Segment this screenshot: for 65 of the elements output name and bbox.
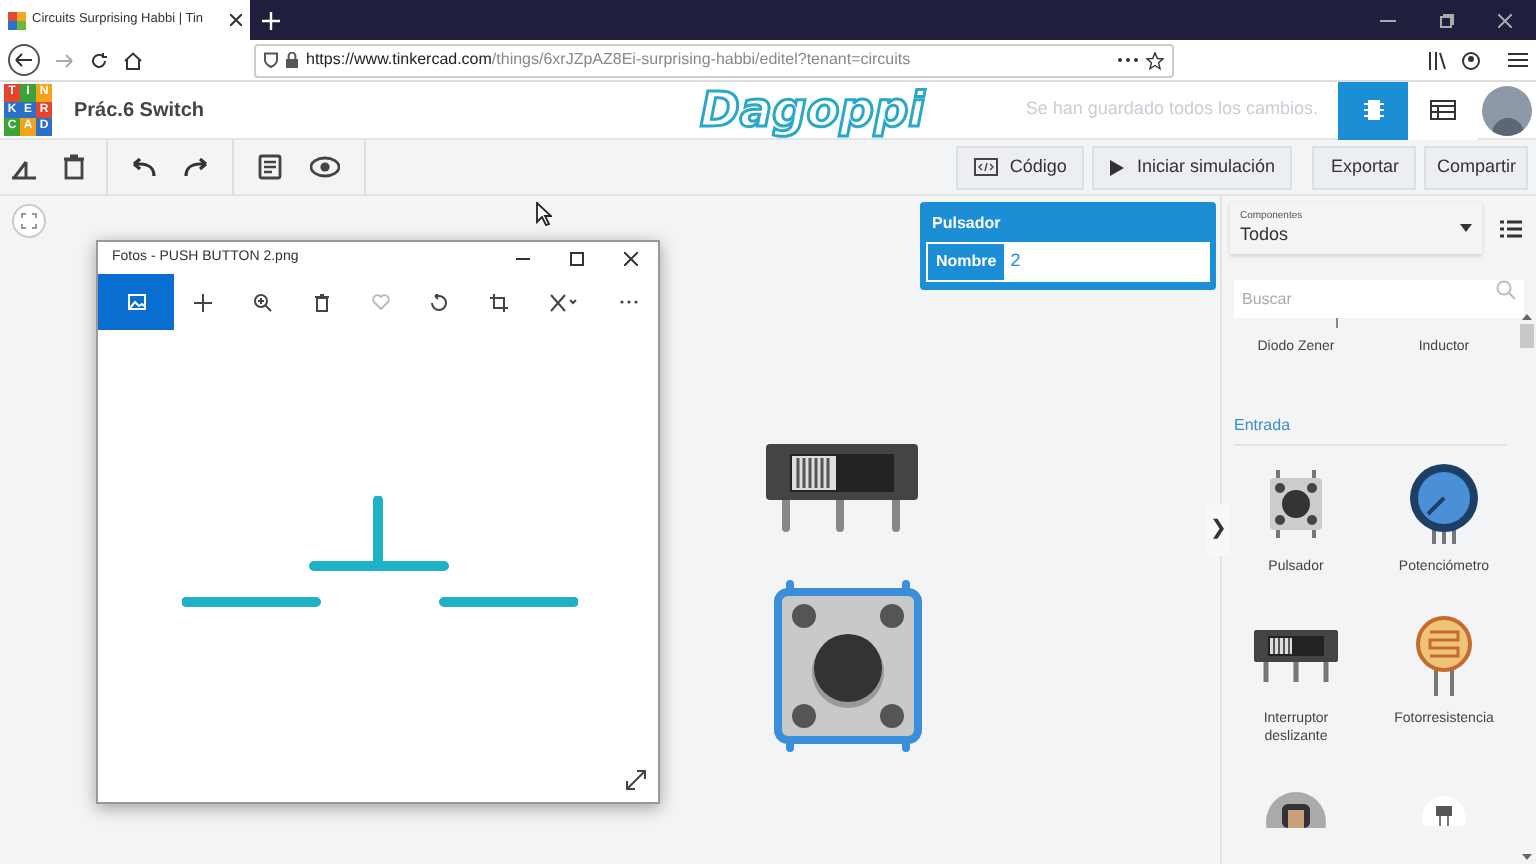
brand-logo: Dagoppi	[700, 82, 925, 138]
fit-view-icon[interactable]	[12, 204, 46, 238]
slide-switch-component[interactable]	[766, 444, 918, 532]
user-avatar[interactable]	[1482, 85, 1532, 135]
account-icon[interactable]	[1462, 51, 1480, 69]
minimize-icon[interactable]	[516, 257, 530, 259]
scroll-thumb[interactable]	[1520, 324, 1534, 348]
export-button[interactable]: Exportar	[1312, 145, 1417, 189]
notes-icon[interactable]	[258, 154, 282, 180]
add-icon[interactable]	[194, 293, 213, 311]
code-icon	[973, 158, 998, 176]
undo-icon[interactable]	[132, 157, 156, 177]
expand-icon[interactable]	[626, 770, 646, 790]
reload-icon[interactable]	[90, 51, 108, 69]
caret-icon	[1460, 224, 1472, 232]
dropdown-value: Todos	[1240, 224, 1291, 247]
components-view-button[interactable]	[1338, 81, 1408, 139]
image-tab[interactable]	[98, 274, 174, 330]
close-icon[interactable]	[1498, 14, 1512, 28]
trash-icon[interactable]	[313, 293, 330, 311]
menu-icon[interactable]	[1508, 52, 1528, 68]
table-icon	[1430, 100, 1456, 120]
scroll-down-icon[interactable]	[1522, 854, 1532, 860]
eye-icon[interactable]	[310, 156, 340, 178]
search-icon	[1496, 280, 1516, 300]
library-icon[interactable]	[1428, 51, 1446, 69]
address-bar[interactable]: https://www.tinkercad.com/things/6xrJZpAZ8Ei-surprising-habbi/editel?tenant=circuits	[254, 43, 1174, 77]
close-icon[interactable]	[624, 251, 638, 265]
scroll-up-icon[interactable]	[1522, 314, 1532, 320]
edit-icon[interactable]	[549, 293, 578, 311]
back-icon[interactable]	[8, 44, 40, 76]
shield-icon	[264, 52, 278, 68]
code-button[interactable]: Código	[955, 145, 1085, 189]
photoresistor-icon[interactable]	[1414, 615, 1474, 695]
pushbutton-icon[interactable]	[1266, 469, 1326, 537]
redo-icon[interactable]	[184, 157, 208, 177]
sensor-icon[interactable]	[1266, 787, 1326, 827]
image-icon	[127, 294, 145, 310]
list-view-icon[interactable]	[1500, 219, 1522, 237]
grid-logo-icon	[8, 11, 26, 29]
project-title[interactable]: Prác.6 Switch	[74, 95, 205, 125]
close-icon[interactable]	[230, 14, 242, 26]
slide-switch-icon[interactable]	[1254, 629, 1338, 681]
cursor-icon	[536, 202, 552, 226]
url-text: https://www.tinkercad.com/things/6xrJZpAZ8Ei-surprising-habbi/editel?tenant=circuits	[306, 48, 911, 72]
maximize-icon[interactable]	[570, 251, 584, 265]
star-icon[interactable]	[1146, 51, 1164, 69]
lock-icon	[286, 52, 298, 68]
trash-icon[interactable]	[62, 154, 86, 180]
collapse-tab[interactable]: ❯	[1206, 504, 1230, 556]
home-icon[interactable]	[124, 51, 142, 69]
rotate-icon[interactable]	[8, 155, 40, 179]
crop-icon[interactable]	[490, 293, 509, 311]
panel-title: Pulsador	[930, 212, 1003, 236]
share-button[interactable]: Compartir	[1424, 145, 1528, 189]
zoom-icon[interactable]	[254, 293, 273, 311]
section-heading: Entrada	[1234, 413, 1506, 445]
play-icon	[1110, 159, 1125, 175]
new-tab-icon[interactable]	[262, 12, 280, 30]
chip-icon	[1363, 96, 1383, 124]
rotate-icon[interactable]	[430, 293, 449, 311]
restore-icon[interactable]	[1440, 14, 1454, 28]
potentiometer-icon[interactable]	[1408, 463, 1480, 543]
search-field[interactable]: Buscar	[1234, 280, 1524, 318]
start-simulation-button[interactable]: Iniciar simulación	[1092, 145, 1293, 189]
